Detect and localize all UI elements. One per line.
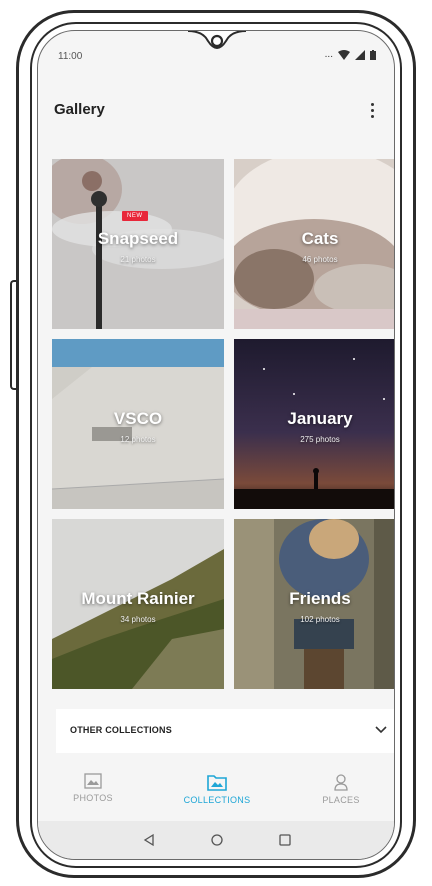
new-badge: NEW xyxy=(122,211,148,221)
cell-signal-icon xyxy=(355,49,365,60)
nav-item-photos[interactable]: PHOTOS xyxy=(38,773,148,803)
collection-count: 275 photos xyxy=(300,435,340,444)
collection-count: 34 photos xyxy=(120,615,156,624)
collection-tile-snapseed[interactable]: NEW Snapseed 21 photos xyxy=(52,159,224,329)
collection-name: Cats xyxy=(301,229,339,248)
collection-name: VSCO xyxy=(113,409,163,428)
collection-tile-cats[interactable]: Cats 46 photos xyxy=(234,159,394,329)
battery-icon xyxy=(370,49,376,60)
image-icon xyxy=(84,773,102,789)
collection-count: 12 photos xyxy=(120,435,156,444)
nav-label: PLACES xyxy=(322,795,360,805)
folder-image-icon xyxy=(207,775,227,791)
home-icon[interactable] xyxy=(210,833,224,847)
collection-name: Friends xyxy=(289,589,351,608)
collection-name: Snapseed xyxy=(97,229,179,248)
more-vert-icon xyxy=(370,102,374,106)
collection-name: January xyxy=(287,409,353,428)
nav-label: PHOTOS xyxy=(73,793,113,803)
bottom-navigation: PHOTOS COLLECTIONS PLACES xyxy=(38,763,394,821)
other-collections-expander[interactable]: OTHER COLLECTIONS xyxy=(56,709,394,753)
other-collections-label: OTHER COLLECTIONS xyxy=(70,725,172,735)
chevron-down-icon xyxy=(375,726,387,734)
collection-tile-vsco[interactable]: VSCO 12 photos xyxy=(52,339,224,509)
status-time: 11:00 xyxy=(58,51,83,62)
place-icon xyxy=(334,774,348,791)
app-bar: Gallery xyxy=(38,93,394,129)
status-bar: 11:00 ... xyxy=(38,31,394,71)
phone-screen: 11:00 ... Gallery NEW Snapseed 21 photos… xyxy=(37,30,395,860)
collection-count: 21 photos xyxy=(120,255,156,264)
phone-side-button xyxy=(10,280,16,390)
collection-tile-friends[interactable]: Friends 102 photos xyxy=(234,519,394,689)
system-navigation-bar xyxy=(38,821,394,859)
nav-item-places[interactable]: PLACES xyxy=(286,773,394,805)
collection-name: Mount Rainier xyxy=(81,589,195,608)
page-title: Gallery xyxy=(54,101,105,118)
signal-dots: ... xyxy=(324,49,333,60)
status-icons: ... xyxy=(325,49,376,60)
collection-count: 102 photos xyxy=(300,615,340,624)
back-icon[interactable] xyxy=(142,833,156,847)
collection-tile-january[interactable]: January 275 photos xyxy=(234,339,394,509)
wifi-icon xyxy=(338,49,350,60)
nav-label: COLLECTIONS xyxy=(183,795,251,805)
overflow-menu-button[interactable] xyxy=(358,95,386,125)
collection-count: 46 photos xyxy=(302,255,338,264)
nav-item-collections[interactable]: COLLECTIONS xyxy=(162,773,272,805)
collection-tile-mount-rainier[interactable]: Mount Rainier 34 photos xyxy=(52,519,224,689)
recents-icon[interactable] xyxy=(278,833,292,847)
